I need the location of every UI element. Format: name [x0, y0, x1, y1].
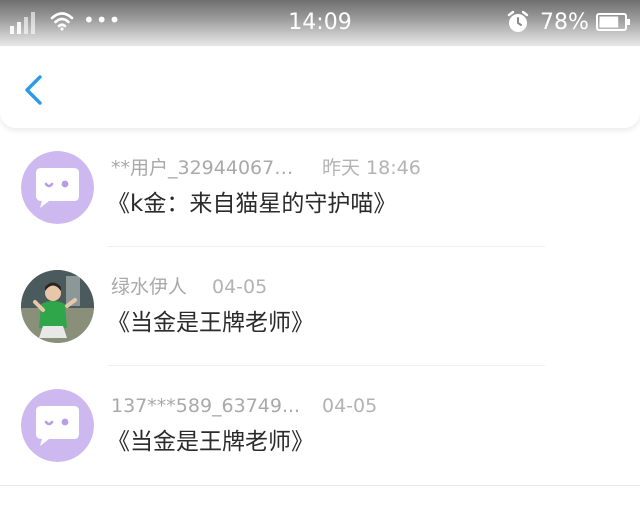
comment-message[interactable]: 《当金是王牌老师》 [107, 308, 314, 338]
battery-percent: 78% [540, 10, 589, 35]
list-item[interactable]: 绿水伊人 04-05 《当金是王牌老师》 [0, 247, 640, 366]
chevron-left-icon [25, 75, 42, 105]
status-bar: ••• 14:09 78% [0, 0, 640, 46]
back-button[interactable] [14, 68, 54, 112]
avatar[interactable] [21, 389, 94, 462]
battery-icon [596, 13, 630, 31]
comment-user[interactable]: **用户_32944067… [111, 156, 293, 180]
comment-message[interactable]: 《当金是王牌老师》 [107, 427, 314, 457]
comment-user[interactable]: 137***589_63749... [111, 394, 300, 418]
comment-date: 04-05 [322, 395, 378, 417]
comment-user[interactable]: 绿水伊人 [111, 275, 187, 299]
screen: ••• 14:09 78% **用户_32944067… 昨天 18:46 《k… [0, 0, 640, 505]
comment-list: **用户_32944067… 昨天 18:46 《k金：来自猫星的守护喵》 绿水… [0, 128, 640, 485]
comment-date: 昨天 18:46 [322, 157, 421, 179]
header-bar [0, 46, 640, 128]
chat-bubble-avatar-icon [21, 389, 94, 462]
chat-bubble-avatar-icon [21, 151, 94, 224]
avatar[interactable] [21, 151, 94, 224]
list-item[interactable]: 137***589_63749... 04-05 《当金是王牌老师》 [0, 366, 640, 485]
photo-avatar-icon [21, 270, 94, 343]
bottom-divider [0, 485, 640, 486]
avatar[interactable] [21, 270, 94, 343]
comment-message[interactable]: 《k金：来自猫星的守护喵》 [107, 189, 396, 219]
list-item[interactable]: **用户_32944067… 昨天 18:46 《k金：来自猫星的守护喵》 [0, 128, 640, 247]
comment-date: 04-05 [212, 276, 268, 298]
alarm-clock-icon [507, 10, 529, 32]
